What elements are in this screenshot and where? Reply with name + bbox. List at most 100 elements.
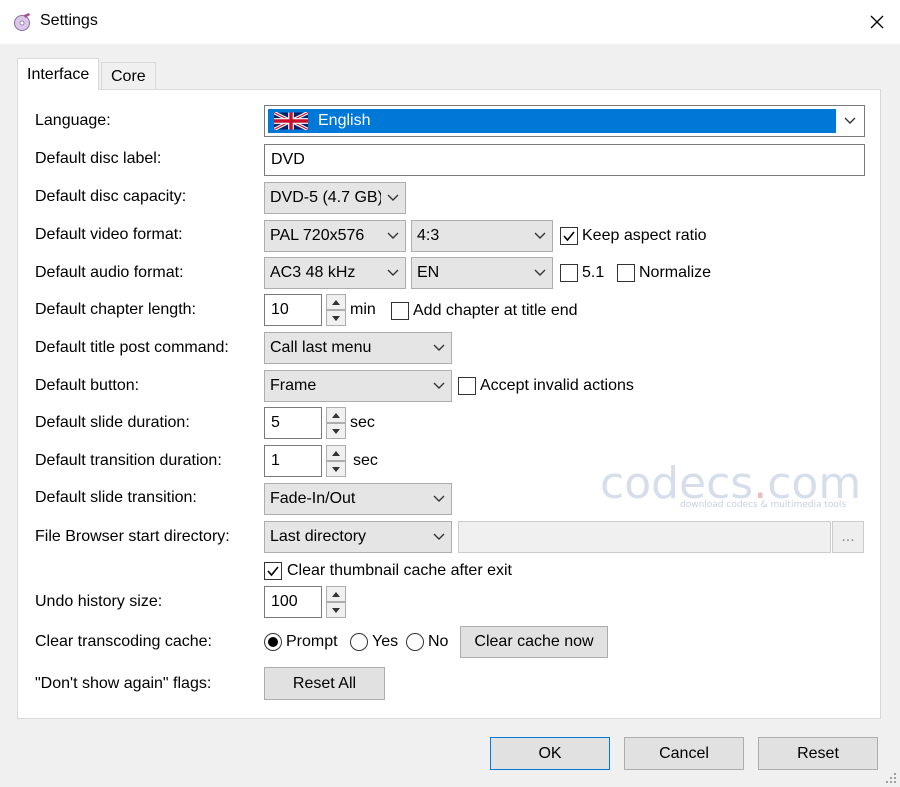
aspect-value: 4:3 bbox=[417, 227, 440, 244]
ok-label: OK bbox=[538, 744, 562, 762]
spin-down-icon[interactable] bbox=[326, 310, 346, 326]
normalize-label: Normalize bbox=[639, 264, 712, 281]
ok-button[interactable]: OK bbox=[490, 737, 610, 770]
video-format-value: PAL 720x576 bbox=[270, 227, 365, 244]
cancel-label: Cancel bbox=[659, 744, 709, 762]
spin-up-icon[interactable] bbox=[326, 294, 346, 310]
spin-up-icon[interactable] bbox=[326, 445, 346, 461]
keep-aspect-checkbox[interactable] bbox=[560, 227, 578, 245]
slide-duration-unit: sec bbox=[350, 414, 375, 431]
accept-invalid-checkbox[interactable] bbox=[458, 377, 476, 395]
audio-format-value: AC3 48 kHz bbox=[270, 264, 356, 281]
audio-format-label: Default audio format: bbox=[35, 264, 184, 281]
slide-transition-value: Fade-In/Out bbox=[270, 490, 356, 507]
add-chapter-label: Add chapter at title end bbox=[413, 302, 578, 319]
app-disc-icon bbox=[14, 13, 30, 31]
uk-flag-icon bbox=[274, 112, 308, 130]
checkmark-icon bbox=[563, 231, 575, 242]
language-value: English bbox=[318, 112, 371, 129]
radio-no[interactable] bbox=[406, 633, 424, 651]
normalize-checkbox[interactable] bbox=[617, 264, 635, 282]
reset-button[interactable]: Reset bbox=[758, 737, 878, 770]
audio-format-select[interactable]: AC3 48 kHz bbox=[264, 257, 406, 289]
title-bar: Settings bbox=[0, 0, 900, 44]
chapter-length-input[interactable]: 10 bbox=[264, 294, 322, 326]
undo-history-input[interactable]: 100 bbox=[264, 586, 322, 618]
surround-51-label: 5.1 bbox=[582, 264, 605, 281]
transition-duration-label: Default transition duration: bbox=[35, 452, 222, 469]
disc-label-label: Default disc label: bbox=[35, 150, 162, 167]
transition-duration-input[interactable]: 1 bbox=[264, 445, 322, 477]
tab-core-label: Core bbox=[111, 67, 146, 85]
chapter-length-value: 10 bbox=[271, 301, 289, 318]
slide-duration-input[interactable]: 5 bbox=[264, 407, 322, 439]
interface-tab-panel bbox=[17, 89, 881, 719]
transition-duration-unit: sec bbox=[353, 452, 378, 469]
clear-cache-now-label: Clear cache now bbox=[474, 633, 594, 650]
undo-history-value: 100 bbox=[271, 593, 298, 610]
spin-down-icon[interactable] bbox=[326, 602, 346, 618]
spin-up-icon[interactable] bbox=[326, 586, 346, 602]
aspect-select[interactable]: 4:3 bbox=[411, 220, 553, 252]
video-format-select[interactable]: PAL 720x576 bbox=[264, 220, 406, 252]
disc-capacity-label: Default disc capacity: bbox=[35, 188, 187, 205]
tab-interface[interactable]: Interface bbox=[17, 58, 100, 90]
browse-button[interactable]: ... bbox=[832, 521, 864, 553]
chevron-down-icon bbox=[381, 221, 405, 251]
chevron-down-icon bbox=[427, 371, 451, 401]
transition-duration-spinner[interactable] bbox=[326, 445, 346, 477]
post-command-label: Default title post command: bbox=[35, 339, 229, 356]
chapter-length-label: Default chapter length: bbox=[35, 301, 196, 318]
spin-down-icon[interactable] bbox=[326, 423, 346, 439]
disc-label-input[interactable]: DVD bbox=[264, 144, 865, 176]
language-select[interactable]: English bbox=[264, 105, 865, 137]
spin-up-icon[interactable] bbox=[326, 407, 346, 423]
clear-thumb-label: Clear thumbnail cache after exit bbox=[287, 562, 512, 579]
chevron-down-icon bbox=[528, 258, 552, 288]
slide-duration-spinner[interactable] bbox=[326, 407, 346, 439]
default-button-label: Default button: bbox=[35, 377, 140, 394]
clear-thumb-checkbox[interactable] bbox=[264, 562, 282, 580]
chevron-down-icon bbox=[836, 106, 864, 136]
surround-51-checkbox[interactable] bbox=[560, 264, 578, 282]
audio-language-select[interactable]: EN bbox=[411, 257, 553, 289]
add-chapter-checkbox[interactable] bbox=[391, 302, 409, 320]
radio-no-label: No bbox=[428, 633, 449, 650]
undo-history-label: Undo history size: bbox=[35, 593, 163, 610]
chevron-down-icon bbox=[381, 258, 405, 288]
radio-yes[interactable] bbox=[350, 633, 368, 651]
slide-transition-label: Default slide transition: bbox=[35, 489, 197, 506]
slide-transition-select[interactable]: Fade-In/Out bbox=[264, 483, 452, 515]
tab-core[interactable]: Core bbox=[101, 62, 156, 90]
radio-yes-label: Yes bbox=[372, 633, 399, 650]
language-selected: English bbox=[268, 109, 836, 133]
browser-start-value: Last directory bbox=[270, 528, 367, 545]
radio-prompt[interactable] bbox=[264, 633, 282, 651]
tab-interface-label: Interface bbox=[27, 65, 90, 83]
disc-capacity-select[interactable]: DVD-5 (4.7 GB) bbox=[264, 182, 406, 214]
default-button-select[interactable]: Frame bbox=[264, 370, 452, 402]
close-button[interactable] bbox=[854, 0, 900, 44]
disc-capacity-value: DVD-5 (4.7 GB) bbox=[270, 189, 381, 206]
chapter-length-spinner[interactable] bbox=[326, 294, 346, 326]
checkmark-icon bbox=[267, 566, 279, 577]
post-command-select[interactable]: Call last menu bbox=[264, 332, 452, 364]
chevron-down-icon bbox=[381, 183, 405, 213]
cancel-button[interactable]: Cancel bbox=[624, 737, 744, 770]
default-button-value: Frame bbox=[270, 377, 317, 394]
radio-selected-dot bbox=[268, 637, 278, 647]
slide-duration-value: 5 bbox=[271, 414, 280, 431]
slide-duration-label: Default slide duration: bbox=[35, 414, 190, 431]
chevron-down-icon bbox=[427, 333, 451, 363]
language-label: Language: bbox=[35, 112, 111, 129]
reset-all-button[interactable]: Reset All bbox=[264, 667, 385, 700]
browse-button-label: ... bbox=[841, 528, 855, 545]
browser-start-label: File Browser start directory: bbox=[35, 528, 230, 545]
browser-start-select[interactable]: Last directory bbox=[264, 521, 452, 553]
chapter-length-unit: min bbox=[350, 301, 376, 318]
spin-down-icon[interactable] bbox=[326, 461, 346, 477]
resize-grip-icon[interactable] bbox=[884, 771, 898, 785]
transition-duration-value: 1 bbox=[271, 452, 280, 469]
undo-history-spinner[interactable] bbox=[326, 586, 346, 618]
clear-cache-now-button[interactable]: Clear cache now bbox=[460, 626, 608, 658]
